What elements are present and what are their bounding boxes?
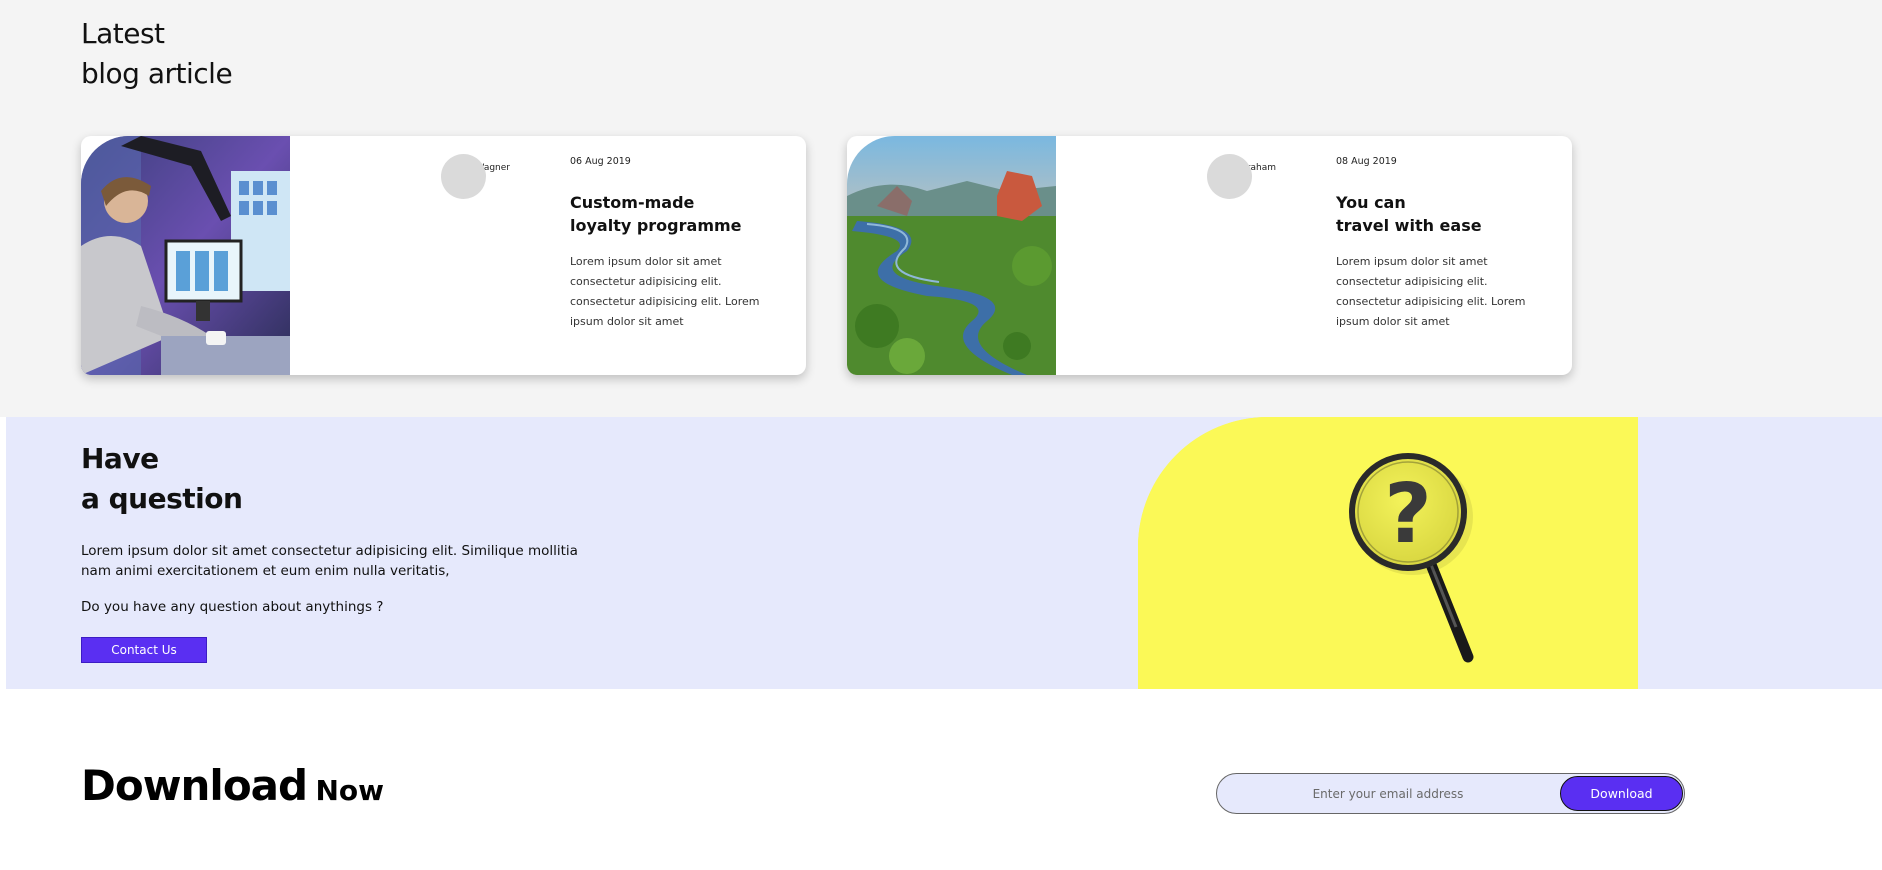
blog-card-2[interactable]: Gloria Graham 08 Aug 2019 You can travel… <box>847 136 1572 375</box>
download-title-big: Download <box>81 761 308 810</box>
question-prompt: Do you have any question about anythings… <box>81 599 384 615</box>
blog-title-line2: blog article <box>81 57 233 90</box>
download-button[interactable]: Download <box>1560 776 1683 811</box>
river-landscape-image <box>847 136 1056 375</box>
article-date: 08 Aug 2019 <box>1336 156 1397 167</box>
blog-card-1[interactable]: Bobby Wagner 06 Aug 2019 Custom-made loy… <box>81 136 806 375</box>
article-title[interactable]: Custom-made loyalty programme <box>570 191 790 237</box>
download-title: Download Now <box>81 761 384 810</box>
avatar <box>1207 154 1252 199</box>
magnifying-glass-question-image: ? <box>1138 417 1638 689</box>
article-author: Gloria Graham <box>1210 163 1276 173</box>
blog-section-title: Latest blog article <box>81 14 233 94</box>
article-excerpt: Lorem ipsum dolor sit amet consectetur a… <box>570 255 760 328</box>
question-title-line2: a question <box>81 482 243 515</box>
email-input[interactable] <box>1218 775 1558 812</box>
avatar <box>441 154 486 199</box>
article-author: Bobby Wagner <box>444 163 510 173</box>
blog-section: Latest blog article Wagner 06 Aug 2019 C… <box>0 0 1882 416</box>
article-title-line1: You can <box>1336 193 1406 212</box>
article-title-line2: loyalty programme <box>570 216 742 235</box>
question-description: Lorem ipsum dolor sit amet consectetur a… <box>81 543 578 579</box>
download-section: Download Now Download <box>6 689 1882 870</box>
blog-title-line1: Latest <box>81 17 165 50</box>
contact-us-button[interactable]: Contact Us <box>81 637 207 663</box>
article-excerpt: Lorem ipsum dolor sit amet consectetur a… <box>1336 255 1526 328</box>
question-title: Have a question <box>81 439 243 519</box>
person-at-computer-image <box>81 136 290 375</box>
download-title-small: Now <box>315 774 384 807</box>
question-title-line1: Have <box>81 442 159 475</box>
article-title-line2: travel with ease <box>1336 216 1482 235</box>
svg-text:?: ? <box>1384 467 1432 562</box>
article-date: 06 Aug 2019 <box>570 156 631 167</box>
article-title[interactable]: You can travel with ease <box>1336 191 1556 237</box>
email-download-form: Download <box>1216 773 1685 814</box>
article-title-line1: Custom-made <box>570 193 695 212</box>
question-section: Have a question Lorem ipsum dolor sit am… <box>6 417 1882 689</box>
